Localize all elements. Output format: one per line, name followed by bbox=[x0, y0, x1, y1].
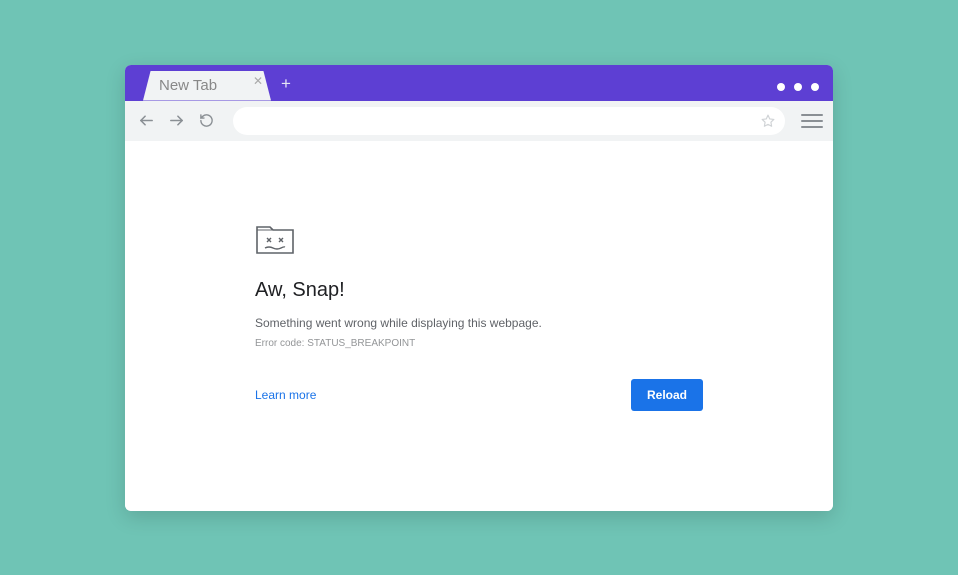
error-page: Aw, Snap! Something went wrong while dis… bbox=[125, 141, 833, 511]
window-controls bbox=[777, 83, 819, 91]
toolbar bbox=[125, 101, 833, 141]
tab-label: New Tab bbox=[159, 77, 217, 94]
reload-button[interactable]: Reload bbox=[631, 379, 703, 411]
menu-button[interactable] bbox=[801, 114, 823, 128]
back-button[interactable] bbox=[135, 110, 157, 132]
error-actions: Learn more Reload bbox=[255, 379, 703, 411]
bookmark-star-icon[interactable] bbox=[761, 114, 775, 128]
titlebar: New Tab ✕ + bbox=[125, 65, 833, 101]
tab-strip: New Tab ✕ + bbox=[125, 71, 297, 101]
browser-window: New Tab ✕ + bbox=[125, 65, 833, 511]
error-code: Error code: STATUS_BREAKPOINT bbox=[255, 338, 703, 349]
close-icon[interactable]: ✕ bbox=[253, 74, 263, 88]
address-bar[interactable] bbox=[233, 107, 785, 135]
new-tab-button[interactable]: + bbox=[275, 73, 297, 95]
window-control-dot[interactable] bbox=[794, 83, 802, 91]
forward-button[interactable] bbox=[165, 110, 187, 132]
reload-icon-button[interactable] bbox=[195, 110, 217, 132]
learn-more-link[interactable]: Learn more bbox=[255, 388, 316, 402]
window-control-dot[interactable] bbox=[811, 83, 819, 91]
sad-folder-icon bbox=[255, 221, 703, 257]
error-subtitle: Something went wrong while displaying th… bbox=[255, 316, 703, 330]
error-title: Aw, Snap! bbox=[255, 279, 703, 302]
window-control-dot[interactable] bbox=[777, 83, 785, 91]
browser-tab[interactable]: New Tab ✕ bbox=[143, 71, 271, 101]
